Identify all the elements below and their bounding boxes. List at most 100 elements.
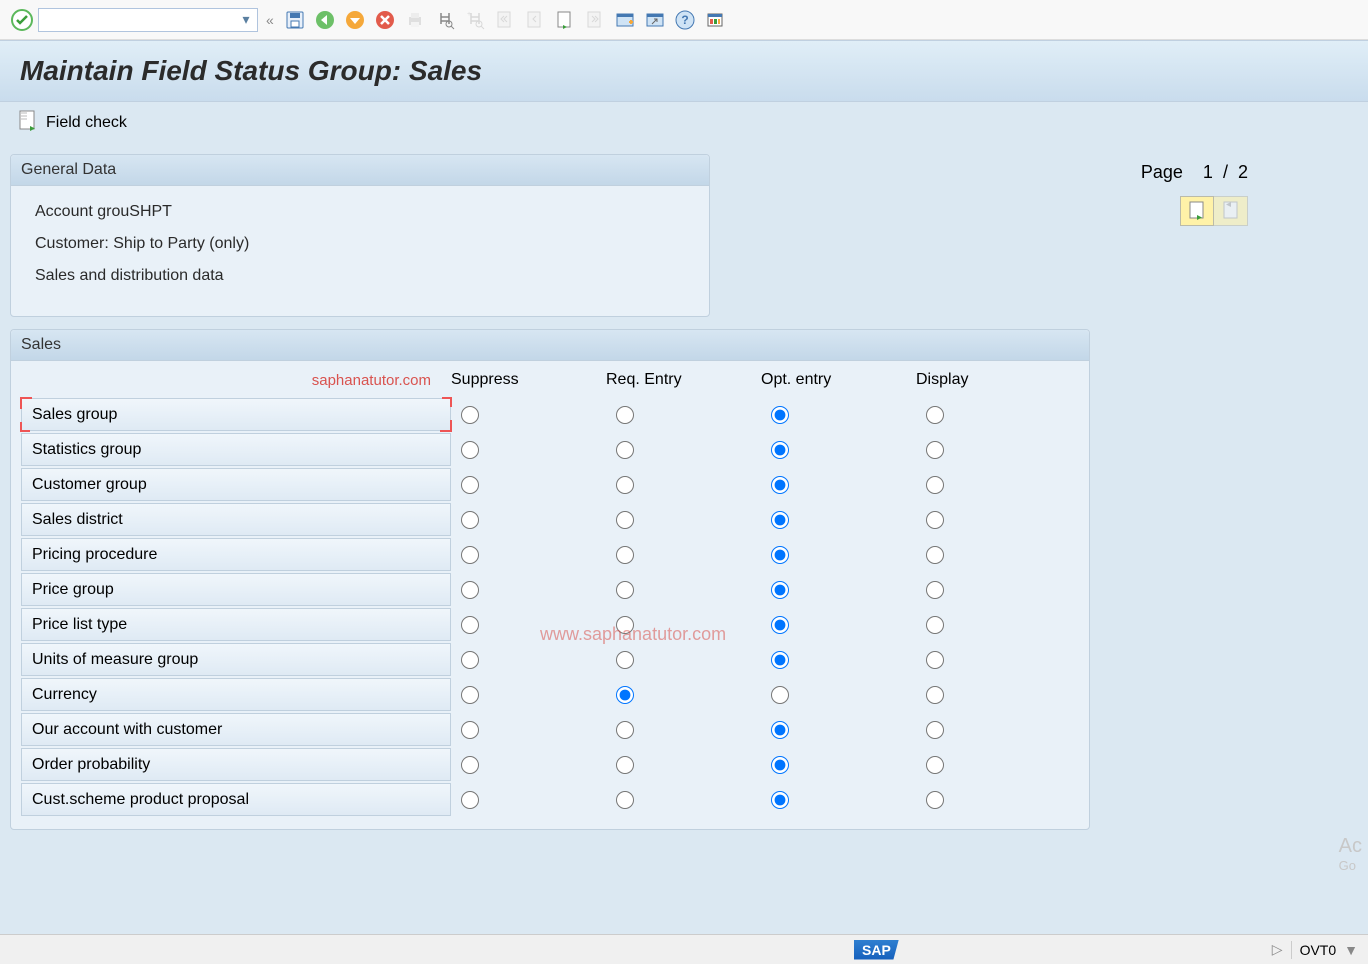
radio-display-input[interactable]: [926, 441, 944, 459]
radio-req-input[interactable]: [616, 756, 634, 774]
radio-opt-input[interactable]: [771, 791, 789, 809]
radio-suppress-input[interactable]: [461, 756, 479, 774]
field-label[interactable]: Units of measure group: [21, 643, 451, 676]
command-field[interactable]: ▾: [38, 8, 258, 32]
field-label[interactable]: Pricing procedure: [21, 538, 451, 571]
next-page-icon[interactable]: [552, 7, 578, 33]
radio-suppress-input[interactable]: [461, 441, 479, 459]
radio-suppress: [451, 721, 606, 739]
radio-opt-input[interactable]: [771, 546, 789, 564]
field-label[interactable]: Currency: [21, 678, 451, 711]
field-label[interactable]: Statistics group: [21, 433, 451, 466]
print-icon[interactable]: [402, 7, 428, 33]
radio-req-input[interactable]: [616, 581, 634, 599]
radio-opt-input[interactable]: [771, 686, 789, 704]
radio-suppress: [451, 476, 606, 494]
radio-opt: [761, 721, 916, 739]
field-label[interactable]: Price list type: [21, 608, 451, 641]
radio-req-input[interactable]: [616, 686, 634, 704]
radio-display-input[interactable]: [926, 476, 944, 494]
field-row: Currency: [11, 677, 1089, 712]
radio-suppress-input[interactable]: [461, 546, 479, 564]
field-row: Sales district: [11, 502, 1089, 537]
status-expand-icon[interactable]: ▷: [1272, 941, 1283, 958]
create-shortcut-icon[interactable]: [642, 7, 668, 33]
radio-opt-input[interactable]: [771, 441, 789, 459]
next-page-button[interactable]: [1180, 196, 1214, 226]
radio-opt: [761, 406, 916, 424]
radio-suppress-input[interactable]: [461, 511, 479, 529]
find-icon[interactable]: [432, 7, 458, 33]
radio-display-input[interactable]: [926, 406, 944, 424]
radio-display: [916, 581, 1071, 599]
radio-display-input[interactable]: [926, 546, 944, 564]
radio-req-input[interactable]: [616, 721, 634, 739]
back-icon[interactable]: [312, 7, 338, 33]
radio-opt: [761, 651, 916, 669]
radio-display-input[interactable]: [926, 511, 944, 529]
field-label[interactable]: Sales group: [21, 398, 451, 431]
radio-opt-input[interactable]: [771, 756, 789, 774]
page-title: Maintain Field Status Group: Sales: [20, 55, 1348, 87]
customize-layout-icon[interactable]: [702, 7, 728, 33]
radio-display-input[interactable]: [926, 686, 944, 704]
radio-suppress-input[interactable]: [461, 721, 479, 739]
customer-description: Customer: Ship to Party (only): [35, 228, 685, 260]
exit-icon[interactable]: [342, 7, 368, 33]
radio-req-input[interactable]: [616, 441, 634, 459]
field-label[interactable]: Sales district: [21, 503, 451, 536]
field-check-icon[interactable]: [18, 110, 38, 137]
radio-opt-input[interactable]: [771, 476, 789, 494]
radio-opt-input[interactable]: [771, 651, 789, 669]
radio-suppress-input[interactable]: [461, 581, 479, 599]
field-row: Cust.scheme product proposal: [11, 782, 1089, 817]
cancel-icon[interactable]: [372, 7, 398, 33]
radio-suppress-input[interactable]: [461, 406, 479, 424]
radio-display-input[interactable]: [926, 756, 944, 774]
page-current: 1: [1203, 162, 1213, 182]
radio-suppress-input[interactable]: [461, 686, 479, 704]
radio-display-input[interactable]: [926, 651, 944, 669]
radio-suppress-input[interactable]: [461, 476, 479, 494]
radio-display-input[interactable]: [926, 581, 944, 599]
radio-opt-input[interactable]: [771, 581, 789, 599]
radio-req: [606, 406, 761, 424]
radio-suppress-input[interactable]: [461, 791, 479, 809]
field-label[interactable]: Our account with customer: [21, 713, 451, 746]
first-page-icon[interactable]: [492, 7, 518, 33]
find-next-icon[interactable]: +: [462, 7, 488, 33]
radio-req-input[interactable]: [616, 651, 634, 669]
radio-display-input[interactable]: [926, 616, 944, 634]
save-icon[interactable]: [282, 7, 308, 33]
field-row: Sales group: [11, 397, 1089, 432]
tcode-dropdown-icon[interactable]: ▼: [1344, 942, 1358, 958]
radio-suppress-input[interactable]: [461, 651, 479, 669]
field-check-label[interactable]: Field check: [46, 114, 127, 132]
radio-req-input[interactable]: [616, 791, 634, 809]
radio-req: [606, 441, 761, 459]
radio-req-input[interactable]: [616, 511, 634, 529]
radio-suppress-input[interactable]: [461, 616, 479, 634]
enter-ok-icon[interactable]: [10, 8, 34, 32]
radio-display-input[interactable]: [926, 791, 944, 809]
field-label[interactable]: Order probability: [21, 748, 451, 781]
prev-page-icon[interactable]: [522, 7, 548, 33]
radio-req-input[interactable]: [616, 616, 634, 634]
radio-req-input[interactable]: [616, 476, 634, 494]
radio-req-input[interactable]: [616, 546, 634, 564]
field-label[interactable]: Customer group: [21, 468, 451, 501]
radio-req-input[interactable]: [616, 406, 634, 424]
radio-opt-input[interactable]: [771, 721, 789, 739]
radio-opt-input[interactable]: [771, 616, 789, 634]
prev-page-button[interactable]: [1214, 196, 1248, 226]
sales-panel: Sales saphanatutor.com Suppress Req. Ent…: [10, 329, 1090, 830]
radio-opt-input[interactable]: [771, 406, 789, 424]
radio-display-input[interactable]: [926, 721, 944, 739]
new-session-icon[interactable]: [612, 7, 638, 33]
radio-opt-input[interactable]: [771, 511, 789, 529]
field-label[interactable]: Price group: [21, 573, 451, 606]
help-icon[interactable]: ?: [672, 7, 698, 33]
command-dropdown-icon[interactable]: ▾: [237, 11, 255, 29]
last-page-icon[interactable]: [582, 7, 608, 33]
field-label[interactable]: Cust.scheme product proposal: [21, 783, 451, 816]
